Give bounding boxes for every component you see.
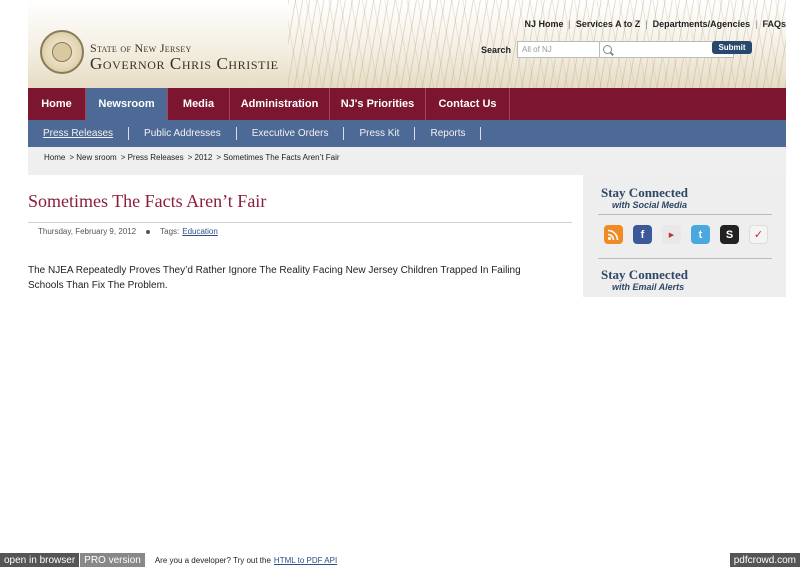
social-heading: Stay Connected xyxy=(601,185,689,200)
subnav-reports[interactable]: Reports xyxy=(430,128,465,139)
pdfcrowd-footer: open in browser PRO version Are you a de… xyxy=(0,553,800,567)
util-link-departments[interactable]: Departments/Agencies xyxy=(653,19,751,29)
util-link-nj-home[interactable]: NJ Home xyxy=(525,19,564,29)
tab-home[interactable]: Home xyxy=(28,88,86,120)
subnav-executive-orders[interactable]: Executive Orders xyxy=(252,128,329,139)
divider xyxy=(28,222,572,223)
tab-newsroom[interactable]: Newsroom xyxy=(86,88,168,120)
main-nav: Home Newsroom Media Administration NJ's … xyxy=(28,88,786,120)
tab-media[interactable]: Media xyxy=(168,88,230,120)
flickr-icon[interactable]: ✓ xyxy=(749,225,768,244)
separator xyxy=(128,127,130,140)
brand-governor[interactable]: Governor Chris Christie xyxy=(90,54,279,74)
breadcrumb-2012[interactable]: > 2012 xyxy=(188,153,213,162)
tab-contact-us[interactable]: Contact Us xyxy=(426,88,510,120)
submit-button[interactable]: Submit xyxy=(712,41,752,54)
html-to-pdf-api-link[interactable]: HTML to PDF API xyxy=(274,556,337,565)
subnav-public-addresses[interactable]: Public Addresses xyxy=(144,128,221,139)
separator xyxy=(480,127,482,140)
pdfcrowd-brand[interactable]: pdfcrowd.com xyxy=(729,553,800,567)
breadcrumb: Home > New sroom > Press Releases > 2012… xyxy=(44,153,344,162)
breadcrumb-newsroom[interactable]: > New sroom xyxy=(69,153,116,162)
bullet-icon xyxy=(146,229,151,234)
breadcrumb-home[interactable]: Home xyxy=(44,153,65,162)
tag-link-education[interactable]: Education xyxy=(182,227,218,236)
sub-nav: Press Releases Public Addresses Executiv… xyxy=(28,120,786,147)
separator xyxy=(414,127,416,140)
email-heading: Stay Connected xyxy=(601,267,689,282)
email-subheading: with Email Alerts xyxy=(612,282,685,292)
divider xyxy=(598,258,772,259)
social-subheading: with Social Media xyxy=(612,200,688,210)
divider xyxy=(598,214,772,215)
tab-administration[interactable]: Administration xyxy=(230,88,330,120)
article-meta: Thursday, February 9, 2012 Tags: Educati… xyxy=(38,227,218,236)
utility-links: NJ Home | Services A to Z | Departments/… xyxy=(525,19,786,29)
article-date: Thursday, February 9, 2012 xyxy=(38,227,137,236)
separator: | xyxy=(755,19,758,29)
facebook-icon[interactable]: f xyxy=(633,225,652,244)
tags-label: Tags: xyxy=(160,227,180,236)
scribd-icon[interactable]: S xyxy=(720,225,739,244)
open-in-browser-button[interactable]: open in browser xyxy=(0,553,80,567)
separator xyxy=(235,127,237,140)
page-title: Sometimes The Facts Aren’t Fair xyxy=(28,191,267,211)
youtube-icon[interactable]: ▶ xyxy=(662,225,681,244)
util-link-services[interactable]: Services A to Z xyxy=(576,19,640,29)
state-seal-icon[interactable] xyxy=(40,30,84,74)
subnav-press-releases[interactable]: Press Releases xyxy=(43,128,113,139)
subnav-press-kit[interactable]: Press Kit xyxy=(359,128,399,139)
social-icons: f ▶ t S ✓ xyxy=(604,225,778,244)
search-icon xyxy=(603,45,612,54)
breadcrumb-press-releases[interactable]: > Press Releases xyxy=(121,153,184,162)
article-lede: The NJEA Repeatedly Proves They’d Rather… xyxy=(28,265,521,291)
developer-text: Are you a developer? Try out the xyxy=(154,555,271,565)
separator: | xyxy=(568,19,571,29)
pro-version-button[interactable]: PRO version xyxy=(80,553,145,567)
util-link-faqs[interactable]: FAQs xyxy=(762,19,786,29)
twitter-icon[interactable]: t xyxy=(691,225,710,244)
separator xyxy=(343,127,345,140)
separator: | xyxy=(645,19,648,29)
rss-icon[interactable] xyxy=(604,225,623,244)
search-label: Search xyxy=(481,45,512,55)
tab-nj-priorities[interactable]: NJ's Priorities xyxy=(330,88,426,120)
breadcrumb-current: > Sometimes The Facts Aren’t Fair xyxy=(216,153,340,162)
